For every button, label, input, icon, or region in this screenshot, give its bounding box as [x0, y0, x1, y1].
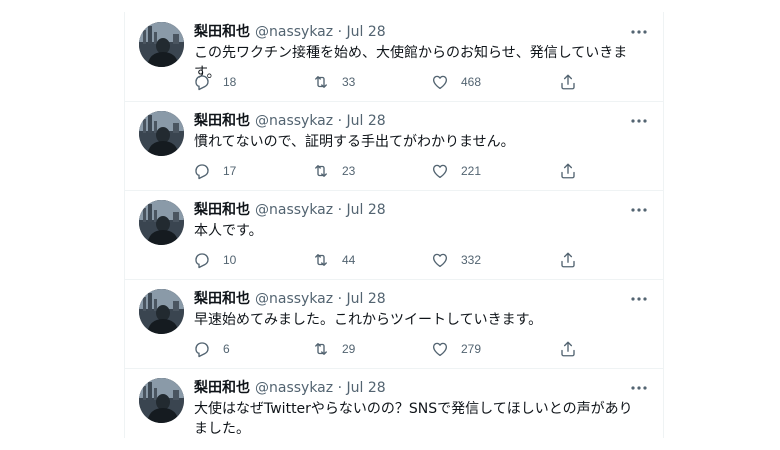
reply-count: 6: [223, 342, 230, 356]
tweet-header: 梨田和也 @nassykaz · Jul 28: [194, 111, 386, 131]
more-horizontal-icon[interactable]: [629, 22, 649, 42]
author-handle[interactable]: @nassykaz: [255, 202, 333, 218]
share-icon: [559, 251, 577, 269]
retweet-icon: [312, 162, 330, 180]
retweet-count: 44: [342, 253, 356, 267]
like-button[interactable]: 468: [431, 72, 481, 92]
tweet-header: 梨田和也 @nassykaz · Jul 28: [194, 378, 386, 398]
heart-icon: [431, 73, 449, 91]
tweet-actions: 18 33 468: [189, 72, 589, 92]
tweet-actions: 17 23 221: [189, 161, 589, 181]
heart-icon: [431, 251, 449, 269]
share-button[interactable]: [559, 250, 577, 270]
tweet-text: 本人です。: [194, 223, 263, 239]
reply-count: 17: [223, 164, 237, 178]
retweet-icon: [312, 251, 330, 269]
like-count: 279: [461, 342, 482, 356]
reply-count: 18: [223, 75, 237, 89]
heart-icon: [431, 162, 449, 180]
author-handle[interactable]: @nassykaz: [255, 380, 333, 396]
retweet-button[interactable]: 23: [312, 161, 355, 181]
author-handle[interactable]: @nassykaz: [255, 24, 333, 40]
separator-dot: ·: [337, 24, 343, 40]
share-button[interactable]: [559, 161, 577, 181]
reply-button[interactable]: 18: [193, 72, 236, 92]
separator-dot: ·: [337, 291, 343, 307]
tweet-text: 大使はなぜTwitterやらないのの？SNSで発信してほしいとの声がありました。: [194, 401, 633, 437]
author-name[interactable]: 梨田和也: [194, 202, 250, 218]
like-button[interactable]: 279: [431, 339, 481, 359]
share-icon: [559, 162, 577, 180]
more-horizontal-icon[interactable]: [629, 378, 649, 398]
retweet-button[interactable]: 33: [312, 72, 355, 92]
share-button[interactable]: [559, 72, 577, 92]
reply-icon: [193, 340, 211, 358]
reply-icon: [193, 162, 211, 180]
tweet-header: 梨田和也 @nassykaz · Jul 28: [194, 22, 386, 42]
tweet-date[interactable]: Jul 28: [346, 380, 385, 396]
like-button[interactable]: 221: [431, 161, 481, 181]
share-icon: [559, 340, 577, 358]
share-icon: [559, 73, 577, 91]
heart-icon: [431, 340, 449, 358]
share-button[interactable]: [559, 339, 577, 359]
author-handle[interactable]: @nassykaz: [255, 291, 333, 307]
like-count: 221: [461, 164, 482, 178]
reply-icon: [193, 73, 211, 91]
separator-dot: ·: [337, 380, 343, 396]
retweet-icon: [312, 340, 330, 358]
like-button[interactable]: 332: [431, 250, 481, 270]
tweet-date[interactable]: Jul 28: [346, 24, 385, 40]
separator-dot: ·: [337, 202, 343, 218]
avatar[interactable]: [139, 289, 184, 334]
avatar[interactable]: [139, 200, 184, 245]
tweet-text: 慣れてないので、証明する手出てがわかりません。: [194, 134, 515, 150]
reply-count: 10: [223, 253, 237, 267]
tweet[interactable]: 梨田和也 @nassykaz · Jul 28 この先ワクチン接種を始め、大使館か…: [125, 12, 663, 102]
like-count: 468: [461, 75, 482, 89]
tweet-actions: 10 44 332: [189, 250, 589, 270]
retweet-count: 29: [342, 342, 356, 356]
tweet-header: 梨田和也 @nassykaz · Jul 28: [194, 289, 386, 309]
reply-button[interactable]: 17: [193, 161, 236, 181]
author-name[interactable]: 梨田和也: [194, 113, 250, 129]
retweet-icon: [312, 73, 330, 91]
tweet-header: 梨田和也 @nassykaz · Jul 28: [194, 200, 386, 220]
tweet-date[interactable]: Jul 28: [346, 291, 385, 307]
avatar[interactable]: [139, 111, 184, 156]
retweet-count: 33: [342, 75, 356, 89]
tweet-text: 早速始めてみました。これからツイートしていきます。: [194, 312, 543, 328]
author-name[interactable]: 梨田和也: [194, 380, 250, 396]
more-horizontal-icon[interactable]: [629, 289, 649, 309]
author-name[interactable]: 梨田和也: [194, 291, 250, 307]
tweet-date[interactable]: Jul 28: [346, 113, 385, 129]
more-horizontal-icon[interactable]: [629, 111, 649, 131]
retweet-button[interactable]: 29: [312, 339, 355, 359]
like-count: 332: [461, 253, 482, 267]
tweet-actions: 6 29 279: [189, 339, 589, 359]
reply-button[interactable]: 6: [193, 339, 230, 359]
separator-dot: ·: [337, 113, 343, 129]
tweet[interactable]: 梨田和也 @nassykaz · Jul 28 本人です。 10 44 332: [125, 190, 663, 280]
timeline: 梨田和也 @nassykaz · Jul 28 この先ワクチン接種を始め、大使館か…: [124, 12, 664, 438]
tweet[interactable]: 梨田和也 @nassykaz · Jul 28 早速始めてみました。これからツイー…: [125, 279, 663, 369]
tweet[interactable]: 梨田和也 @nassykaz · Jul 28 慣れてないので、証明する手出てがわ…: [125, 101, 663, 191]
reply-button[interactable]: 10: [193, 250, 236, 270]
avatar[interactable]: [139, 378, 184, 423]
tweet-date[interactable]: Jul 28: [346, 202, 385, 218]
retweet-button[interactable]: 44: [312, 250, 355, 270]
more-horizontal-icon[interactable]: [629, 200, 649, 220]
reply-icon: [193, 251, 211, 269]
author-handle[interactable]: @nassykaz: [255, 113, 333, 129]
author-name[interactable]: 梨田和也: [194, 24, 250, 40]
avatar[interactable]: [139, 22, 184, 67]
retweet-count: 23: [342, 164, 356, 178]
